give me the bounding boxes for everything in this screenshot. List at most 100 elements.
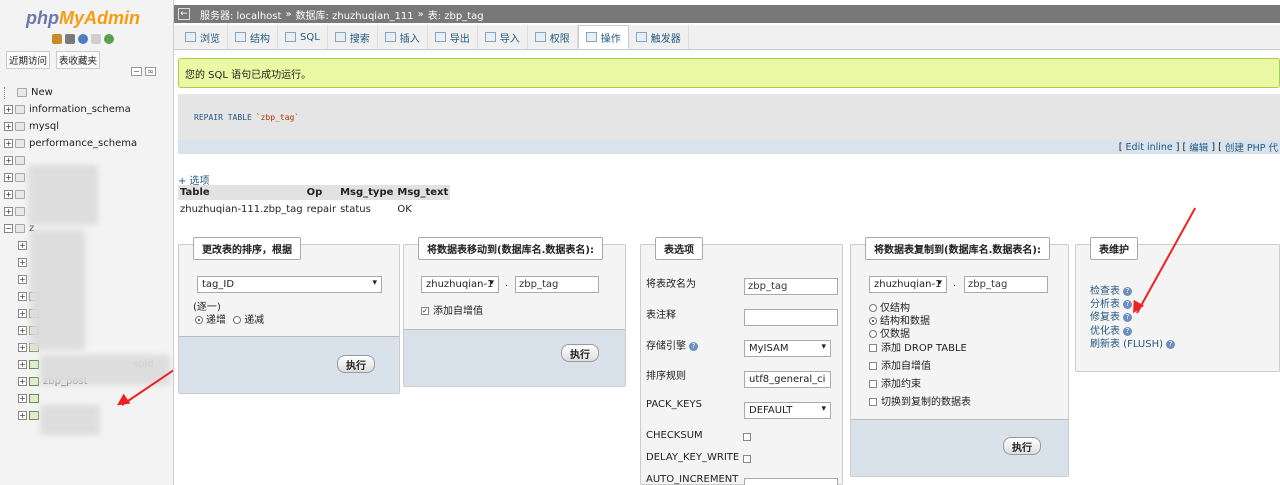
help-icon[interactable]: ? [1166, 339, 1175, 349]
help-icon[interactable] [78, 34, 88, 44]
expand-icon[interactable]: + [4, 139, 13, 148]
flush-table-link[interactable]: 刷新表 (FLUSH) [1090, 339, 1163, 350]
delay-key-write-checkbox[interactable] [743, 455, 751, 463]
fieldset-legend: 表选项 [655, 237, 703, 260]
table-cell: zhuzhuqian-111.zbp_tag [178, 200, 305, 219]
tab-insert[interactable]: 插入 [378, 25, 428, 49]
desc-radio[interactable] [233, 316, 242, 324]
expand-icon[interactable]: + [18, 258, 27, 267]
tree-item-information-schema[interactable]: + information_schema [4, 101, 172, 118]
add-autoinc-option: 添加自增值 [869, 357, 931, 372]
database-icon [15, 122, 25, 131]
tab-export[interactable]: 导出 [428, 25, 478, 49]
tab-triggers[interactable]: 触发器 [629, 25, 689, 49]
tab-sql[interactable]: SQL [278, 25, 328, 49]
expand-icon[interactable]: + [18, 292, 27, 301]
switch-copied-option: 切换到复制的数据表 [869, 393, 971, 408]
expand-icon[interactable]: + [4, 122, 13, 131]
auto-increment-input[interactable] [744, 478, 838, 485]
order-column-select[interactable]: tag_ID ▾ [197, 276, 382, 293]
dropdown-caret-icon: ▾ [821, 342, 826, 352]
link-icon[interactable]: ∞ [145, 67, 156, 76]
logo-myadmin-text: MyAdmin [59, 8, 140, 28]
switch-copied-checkbox[interactable] [869, 398, 877, 406]
copy-table-input[interactable]: zbp_tag [964, 276, 1048, 293]
edit-link[interactable]: 编辑 [1189, 140, 1208, 154]
expand-icon[interactable]: + [4, 156, 13, 165]
tab-label: 插入 [399, 33, 420, 45]
collation-select[interactable]: utf8_general_ci [744, 371, 831, 388]
reload-icon[interactable] [104, 34, 114, 44]
structure-and-data-radio[interactable] [869, 317, 877, 325]
phpmyadmin-logo[interactable]: phpMyAdmin [26, 8, 140, 29]
comment-input[interactable] [744, 309, 838, 326]
data-only-radio[interactable] [869, 330, 877, 338]
help-icon[interactable]: ? [1123, 312, 1132, 322]
breadcrumb-database[interactable]: 数据库: zhuzhuqian_111 [296, 7, 414, 22]
expand-icon[interactable]: + [18, 411, 27, 420]
tab-import[interactable]: 导入 [478, 25, 528, 49]
column-header[interactable]: Msg_text [395, 185, 451, 200]
pack-keys-select[interactable]: DEFAULT ▾ [744, 402, 831, 419]
tree-item-mysql[interactable]: + mysql [4, 118, 172, 135]
collapse-icon[interactable]: − [4, 224, 13, 233]
engine-select[interactable]: MyISAM ▾ [744, 340, 831, 357]
copy-execute-button[interactable]: 执行 [1003, 437, 1041, 455]
column-header[interactable]: Msg_type [338, 185, 396, 200]
logout-icon[interactable] [65, 34, 75, 44]
breadcrumb-server[interactable]: 服务器: localhost [200, 7, 281, 22]
back-arrow-icon[interactable]: ← [178, 8, 190, 20]
tab-search[interactable]: 搜索 [328, 25, 378, 49]
tab-operations[interactable]: 操作 [577, 25, 629, 49]
database-icon [15, 105, 25, 114]
expand-icon[interactable]: + [18, 241, 27, 250]
order-direction: 递增 递减 [195, 311, 264, 326]
structure-only-radio[interactable] [869, 304, 877, 312]
copy-db-select[interactable]: zhuzhuqian-1 ▾ [869, 276, 947, 293]
help-icon[interactable]: ? [689, 341, 698, 351]
tree-item-performance-schema[interactable]: + performance_schema [4, 135, 172, 152]
move-db-select[interactable]: zhuzhuqian-1 ▾ [421, 276, 499, 293]
expand-icon[interactable]: + [18, 309, 27, 318]
tab-recent[interactable]: 近期访问 [6, 51, 51, 69]
column-header[interactable]: Table [178, 185, 305, 200]
move-autoinc-checkbox[interactable]: ✓ [421, 307, 429, 315]
expand-icon[interactable]: + [18, 360, 27, 369]
expand-icon[interactable]: + [4, 190, 13, 199]
checksum-label: CHECKSUM [646, 430, 703, 441]
move-table-fieldset: 将数据表移动到(数据库名.数据表名): zhuzhuqian-1 ▾ . zbp_… [403, 237, 626, 387]
add-constraints-checkbox[interactable] [869, 380, 877, 388]
tab-browse[interactable]: 浏览 [178, 25, 228, 49]
home-icon[interactable] [52, 34, 62, 44]
dropdown-caret-icon: ▾ [489, 278, 494, 288]
tree-item-new[interactable]: New [4, 84, 172, 101]
order-execute-button[interactable]: 执行 [337, 355, 375, 373]
rename-input[interactable]: zbp_tag [744, 278, 838, 295]
table-cell: status [338, 200, 396, 219]
create-php-link[interactable]: 创建 PHP 代 [1225, 140, 1278, 154]
expand-icon[interactable]: + [4, 207, 13, 216]
asc-radio[interactable] [195, 316, 203, 324]
expand-icon[interactable]: + [18, 343, 27, 352]
move-table-input[interactable]: zbp_tag [515, 276, 599, 293]
expand-icon[interactable]: + [4, 173, 13, 182]
expand-icon[interactable]: + [18, 275, 27, 284]
add-autoinc-checkbox[interactable] [869, 362, 877, 370]
dropdown-caret-icon: ▾ [937, 278, 942, 288]
tab-structure[interactable]: 结构 [228, 25, 278, 49]
breadcrumb-table[interactable]: 表: zbp_tag [428, 7, 484, 22]
expand-icon[interactable]: + [18, 326, 27, 335]
expand-icon[interactable]: + [18, 394, 27, 403]
tab-favorites[interactable]: 表收藏夹 [56, 51, 101, 69]
checksum-checkbox[interactable] [743, 433, 751, 441]
edit-inline-link[interactable]: Edit inline [1126, 142, 1173, 153]
add-drop-checkbox[interactable] [869, 344, 877, 352]
expand-icon[interactable]: + [18, 377, 27, 386]
blurred-region [28, 165, 98, 225]
collapse-all-icon[interactable]: − [131, 67, 142, 76]
docs-icon[interactable] [91, 34, 101, 44]
move-execute-button[interactable]: 执行 [561, 344, 599, 362]
column-header[interactable]: Op [304, 185, 339, 200]
expand-icon[interactable]: + [4, 105, 13, 114]
tab-privileges[interactable]: 权限 [528, 25, 578, 49]
